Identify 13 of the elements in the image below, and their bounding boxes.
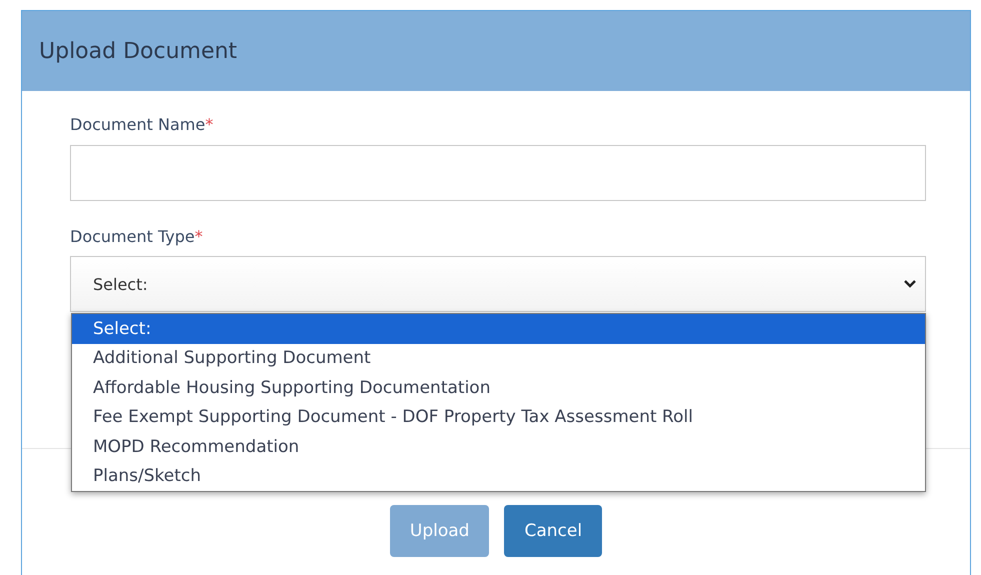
chevron-down-icon: [903, 279, 917, 289]
dropdown-option[interactable]: Plans/Sketch: [72, 462, 925, 491]
dropdown-option[interactable]: Affordable Housing Supporting Documentation: [72, 373, 925, 402]
document-type-select[interactable]: Select:: [70, 256, 926, 312]
dropdown-option[interactable]: Select:: [72, 314, 925, 344]
dropdown-option[interactable]: Fee Exempt Supporting Document - DOF Property Tax Assessment Roll: [72, 402, 925, 432]
dialog-title: Upload Document: [39, 38, 238, 64]
dropdown-option[interactable]: MOPD Recommendation: [72, 432, 925, 462]
dropdown-option[interactable]: Additional Supporting Document: [72, 344, 925, 373]
field-label: Document Type*: [70, 226, 203, 248]
document-name-field[interactable]: [70, 145, 926, 201]
field-label: Document Name*: [70, 114, 214, 136]
cancel-button[interactable]: Cancel: [504, 505, 602, 557]
